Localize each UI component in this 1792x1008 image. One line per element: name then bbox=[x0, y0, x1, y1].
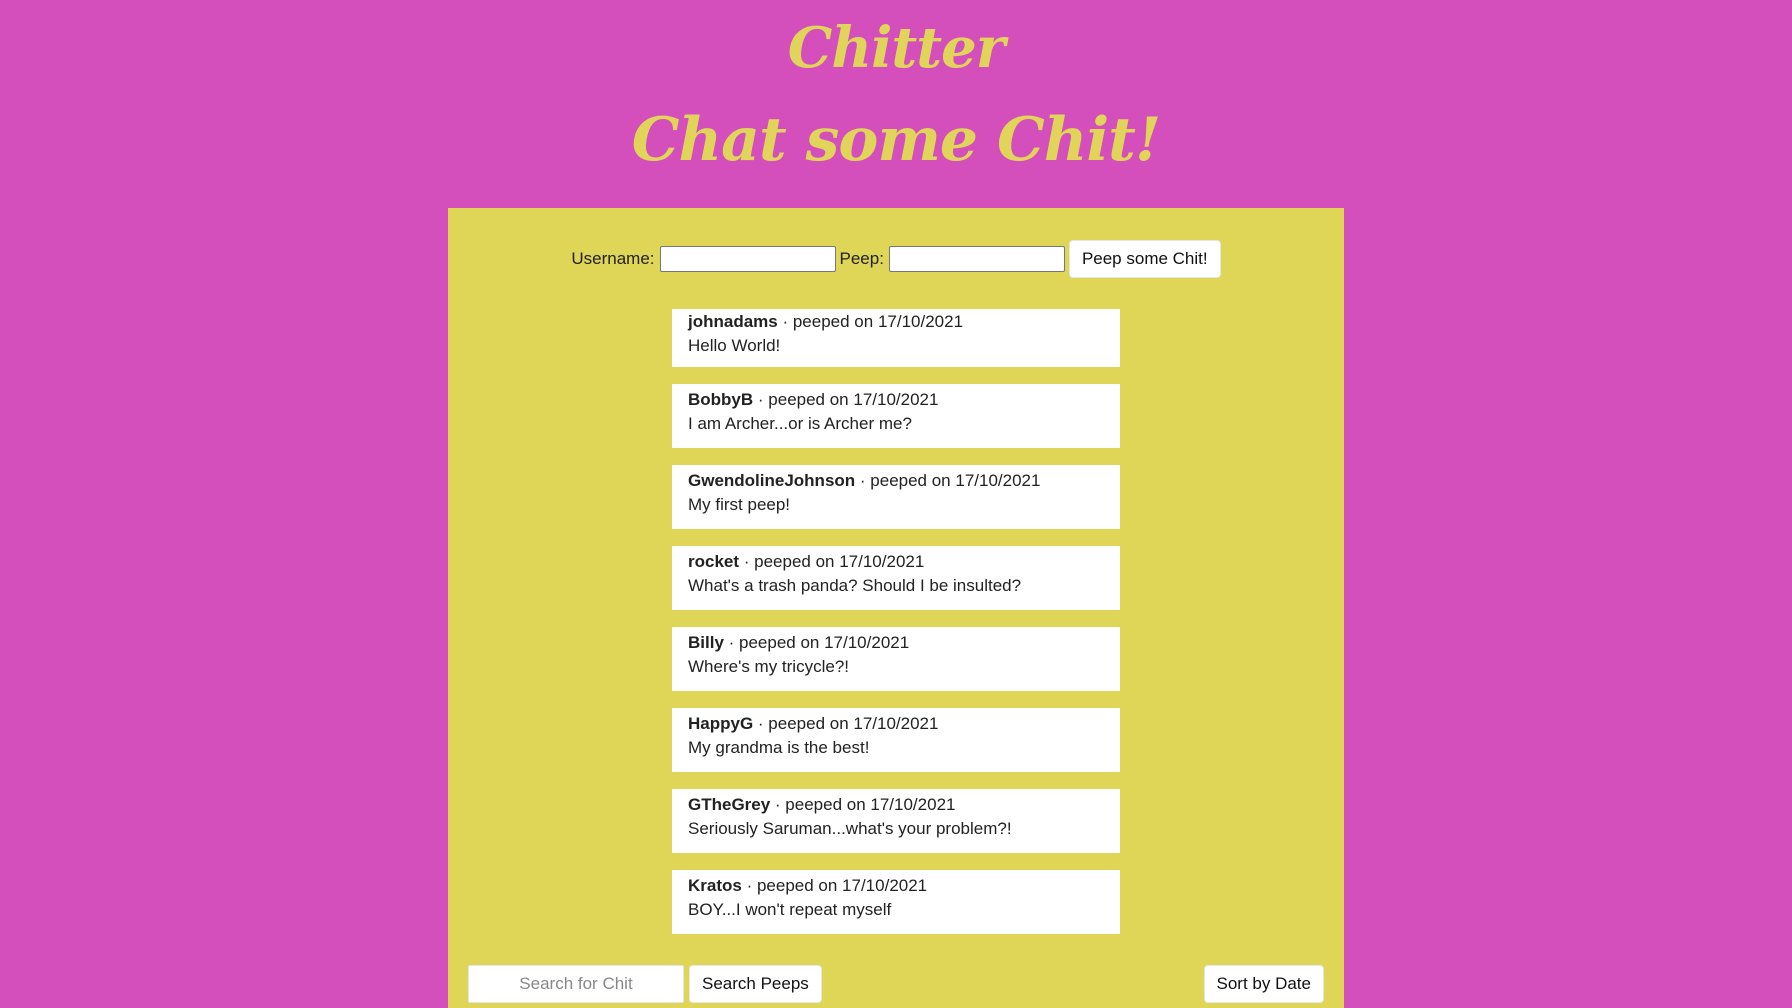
peep-date: · peeped on 17/10/2021 bbox=[770, 795, 956, 814]
username-label: Username: bbox=[571, 249, 655, 268]
username-input[interactable] bbox=[659, 246, 836, 272]
peep-text: My grandma is the best! bbox=[688, 738, 870, 757]
peep-item: GTheGrey · peeped on 17/10/2021 Seriousl… bbox=[672, 789, 1120, 853]
peep-text: My first peep! bbox=[688, 495, 791, 514]
peep-item: Billy · peeped on 17/10/2021 Where's my … bbox=[672, 627, 1120, 691]
peep-label: Peep: bbox=[839, 249, 884, 268]
peep-text: BOY...I won't repeat myself bbox=[688, 900, 892, 919]
peep-username: GTheGrey bbox=[688, 795, 771, 814]
peep-item: johnadams · peeped on 17/10/2021 Hello W… bbox=[672, 309, 1120, 367]
peep-date: · peeped on 17/10/2021 bbox=[753, 714, 939, 733]
peep-username: rocket bbox=[688, 552, 740, 571]
peep-text: What's a trash panda? Should I be insult… bbox=[688, 576, 1022, 595]
site-title: Chitter bbox=[787, 15, 1005, 81]
peep-form: Username: Peep: Peep some Chit! bbox=[448, 240, 1344, 278]
peep-date: · peeped on 17/10/2021 bbox=[777, 312, 964, 331]
peep-text: Hello World! bbox=[688, 336, 781, 355]
peep-item: BobbyB · peeped on 17/10/2021 I am Arche… bbox=[672, 384, 1120, 448]
main-panel: Username: Peep: Peep some Chit! johnadam… bbox=[448, 208, 1344, 1008]
peep-username: HappyG bbox=[688, 714, 754, 733]
sort-by-date-button[interactable]: Sort by Date bbox=[1203, 965, 1324, 1003]
peep-submit-button[interactable]: Peep some Chit! bbox=[1068, 240, 1221, 278]
search-input[interactable] bbox=[468, 965, 684, 1003]
peep-username: Kratos bbox=[688, 876, 742, 895]
peep-text: Where's my tricycle?! bbox=[688, 657, 849, 676]
peep-date: · peeped on 17/10/2021 bbox=[753, 390, 939, 409]
peep-date: · peeped on 17/10/2021 bbox=[723, 633, 910, 652]
peep-username: GwendolineJohnson bbox=[688, 471, 856, 490]
peep-text: Seriously Saruman...what's your problem?… bbox=[688, 819, 1012, 838]
peep-date: · peeped on 17/10/2021 bbox=[855, 471, 1041, 490]
peep-username: BobbyB bbox=[688, 390, 754, 409]
peep-item: Kratos · peeped on 17/10/2021 BOY...I wo… bbox=[672, 870, 1120, 934]
peep-item: rocket · peeped on 17/10/2021 What's a t… bbox=[672, 546, 1120, 610]
peep-username: johnadams bbox=[688, 312, 778, 331]
peep-list: johnadams · peeped on 17/10/2021 Hello W… bbox=[672, 309, 1120, 951]
site-subtitle: Chat some Chit! bbox=[631, 105, 1161, 175]
peep-text: I am Archer...or is Archer me? bbox=[688, 414, 912, 433]
peep-item: GwendolineJohnson · peeped on 17/10/2021… bbox=[672, 465, 1120, 529]
search-peeps-button[interactable]: Search Peeps bbox=[689, 965, 822, 1003]
peep-item: HappyG · peeped on 17/10/2021 My grandma… bbox=[672, 708, 1120, 772]
peep-username: Billy bbox=[688, 633, 724, 652]
peep-input[interactable] bbox=[888, 246, 1065, 272]
peep-date: · peeped on 17/10/2021 bbox=[741, 876, 928, 895]
footer-bar: Search Peeps Sort by Date bbox=[468, 965, 1324, 1003]
peep-date: · peeped on 17/10/2021 bbox=[739, 552, 925, 571]
